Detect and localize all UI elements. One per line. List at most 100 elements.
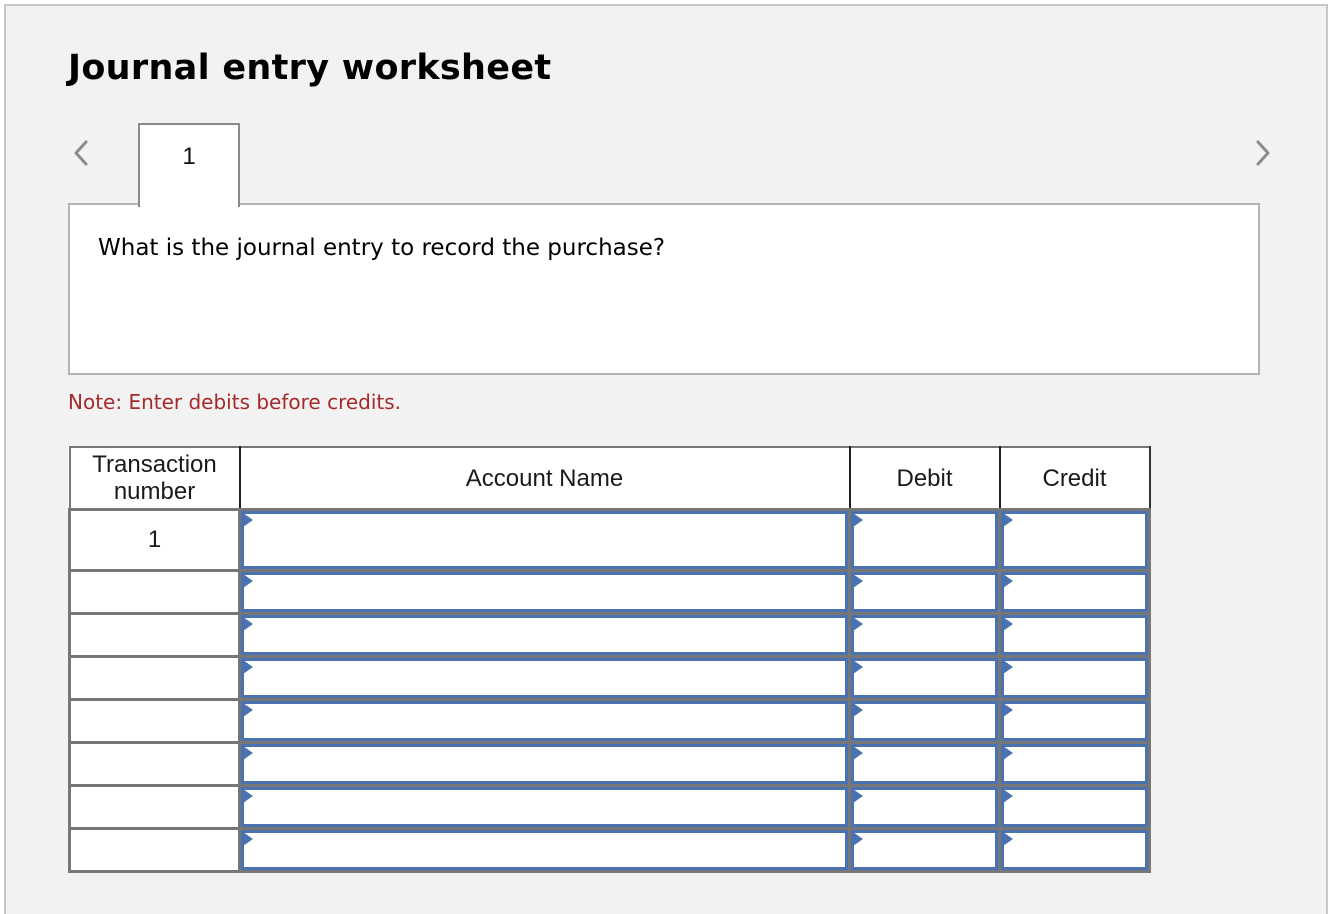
chevron-right-icon [1256, 140, 1270, 166]
debit-field[interactable] [854, 704, 995, 738]
credit-field[interactable] [1004, 618, 1145, 652]
debit-cell [848, 741, 1001, 787]
debit-input[interactable] [851, 572, 998, 612]
credit-field[interactable] [1004, 704, 1145, 738]
debit-cell [848, 655, 1001, 701]
account-name-field[interactable] [244, 833, 845, 867]
transaction-number-cell [68, 784, 241, 830]
credit-cell [998, 784, 1151, 830]
table-row [68, 741, 1151, 787]
credit-cell [998, 827, 1151, 873]
credit-input[interactable] [1001, 572, 1148, 612]
debit-input[interactable] [851, 658, 998, 698]
debit-cell [848, 784, 1001, 830]
account-cell [238, 655, 851, 701]
journal-table: Transaction number Account Name Debit Cr… [68, 446, 1151, 873]
debit-cell [848, 612, 1001, 658]
credit-field[interactable] [1004, 514, 1145, 566]
credit-cell [998, 655, 1151, 701]
previous-button[interactable] [68, 136, 98, 170]
account-name-field[interactable] [244, 618, 845, 652]
transaction-number-cell: 1 [68, 508, 241, 572]
account-cell [238, 612, 851, 658]
credit-field[interactable] [1004, 661, 1145, 695]
account-cell [238, 827, 851, 873]
debit-input[interactable] [851, 615, 998, 655]
worksheet-container: Journal entry worksheet 1 What is the jo… [4, 4, 1328, 914]
account-name-input[interactable] [241, 787, 848, 827]
credit-input[interactable] [1001, 701, 1148, 741]
account-name-field[interactable] [244, 704, 845, 738]
debit-field[interactable] [854, 661, 995, 695]
credit-cell [998, 741, 1151, 787]
note-text: Note: Enter debits before credits. [68, 390, 402, 414]
account-name-input[interactable] [241, 830, 848, 870]
account-name-field[interactable] [244, 790, 845, 824]
column-header-credit: Credit [998, 446, 1151, 511]
table-row [68, 698, 1151, 744]
account-cell [238, 698, 851, 744]
credit-field[interactable] [1004, 833, 1145, 867]
debit-input[interactable] [851, 787, 998, 827]
account-cell [238, 508, 851, 572]
table-row [68, 569, 1151, 615]
debit-field[interactable] [854, 618, 995, 652]
account-name-input[interactable] [241, 658, 848, 698]
credit-input[interactable] [1001, 511, 1148, 569]
next-button[interactable] [1248, 136, 1278, 170]
debit-field[interactable] [854, 575, 995, 609]
credit-input[interactable] [1001, 744, 1148, 784]
debit-input[interactable] [851, 744, 998, 784]
transaction-number-cell [68, 741, 241, 787]
debit-field[interactable] [854, 514, 995, 566]
credit-input[interactable] [1001, 787, 1148, 827]
credit-input[interactable] [1001, 830, 1148, 870]
credit-cell [998, 612, 1151, 658]
transaction-number-cell [68, 698, 241, 744]
account-name-input[interactable] [241, 701, 848, 741]
table-row [68, 612, 1151, 658]
account-name-input[interactable] [241, 572, 848, 612]
account-name-field[interactable] [244, 575, 845, 609]
tab-1[interactable]: 1 [138, 123, 240, 207]
debit-input[interactable] [851, 701, 998, 741]
account-name-input[interactable] [241, 744, 848, 784]
debit-cell [848, 569, 1001, 615]
credit-input[interactable] [1001, 615, 1148, 655]
account-name-field[interactable] [244, 661, 845, 695]
tab-label: 1 [182, 143, 196, 170]
transaction-number-cell [68, 827, 241, 873]
debit-cell [848, 827, 1001, 873]
account-cell [238, 784, 851, 830]
credit-cell [998, 508, 1151, 572]
credit-field[interactable] [1004, 790, 1145, 824]
question-text: What is the journal entry to record the … [98, 235, 666, 261]
table-row [68, 655, 1151, 701]
debit-field[interactable] [854, 747, 995, 781]
transaction-number-cell [68, 655, 241, 701]
account-name-field[interactable] [244, 514, 845, 566]
table-row [68, 827, 1151, 873]
account-name-input[interactable] [241, 615, 848, 655]
transaction-number-cell [68, 612, 241, 658]
table-row [68, 784, 1151, 830]
account-cell [238, 741, 851, 787]
debit-input[interactable] [851, 830, 998, 870]
table-header-row: Transaction number Account Name Debit Cr… [68, 446, 1151, 511]
account-cell [238, 569, 851, 615]
debit-cell [848, 508, 1001, 572]
debit-input[interactable] [851, 511, 998, 569]
account-name-input[interactable] [241, 511, 848, 569]
account-name-field[interactable] [244, 747, 845, 781]
credit-cell [998, 698, 1151, 744]
credit-field[interactable] [1004, 747, 1145, 781]
chevron-left-icon [74, 140, 88, 166]
debit-field[interactable] [854, 833, 995, 867]
question-panel: What is the journal entry to record the … [68, 203, 1260, 375]
debit-cell [848, 698, 1001, 744]
debit-field[interactable] [854, 790, 995, 824]
table-row: 1 [68, 508, 1151, 572]
credit-input[interactable] [1001, 658, 1148, 698]
credit-field[interactable] [1004, 575, 1145, 609]
transaction-number-cell [68, 569, 241, 615]
